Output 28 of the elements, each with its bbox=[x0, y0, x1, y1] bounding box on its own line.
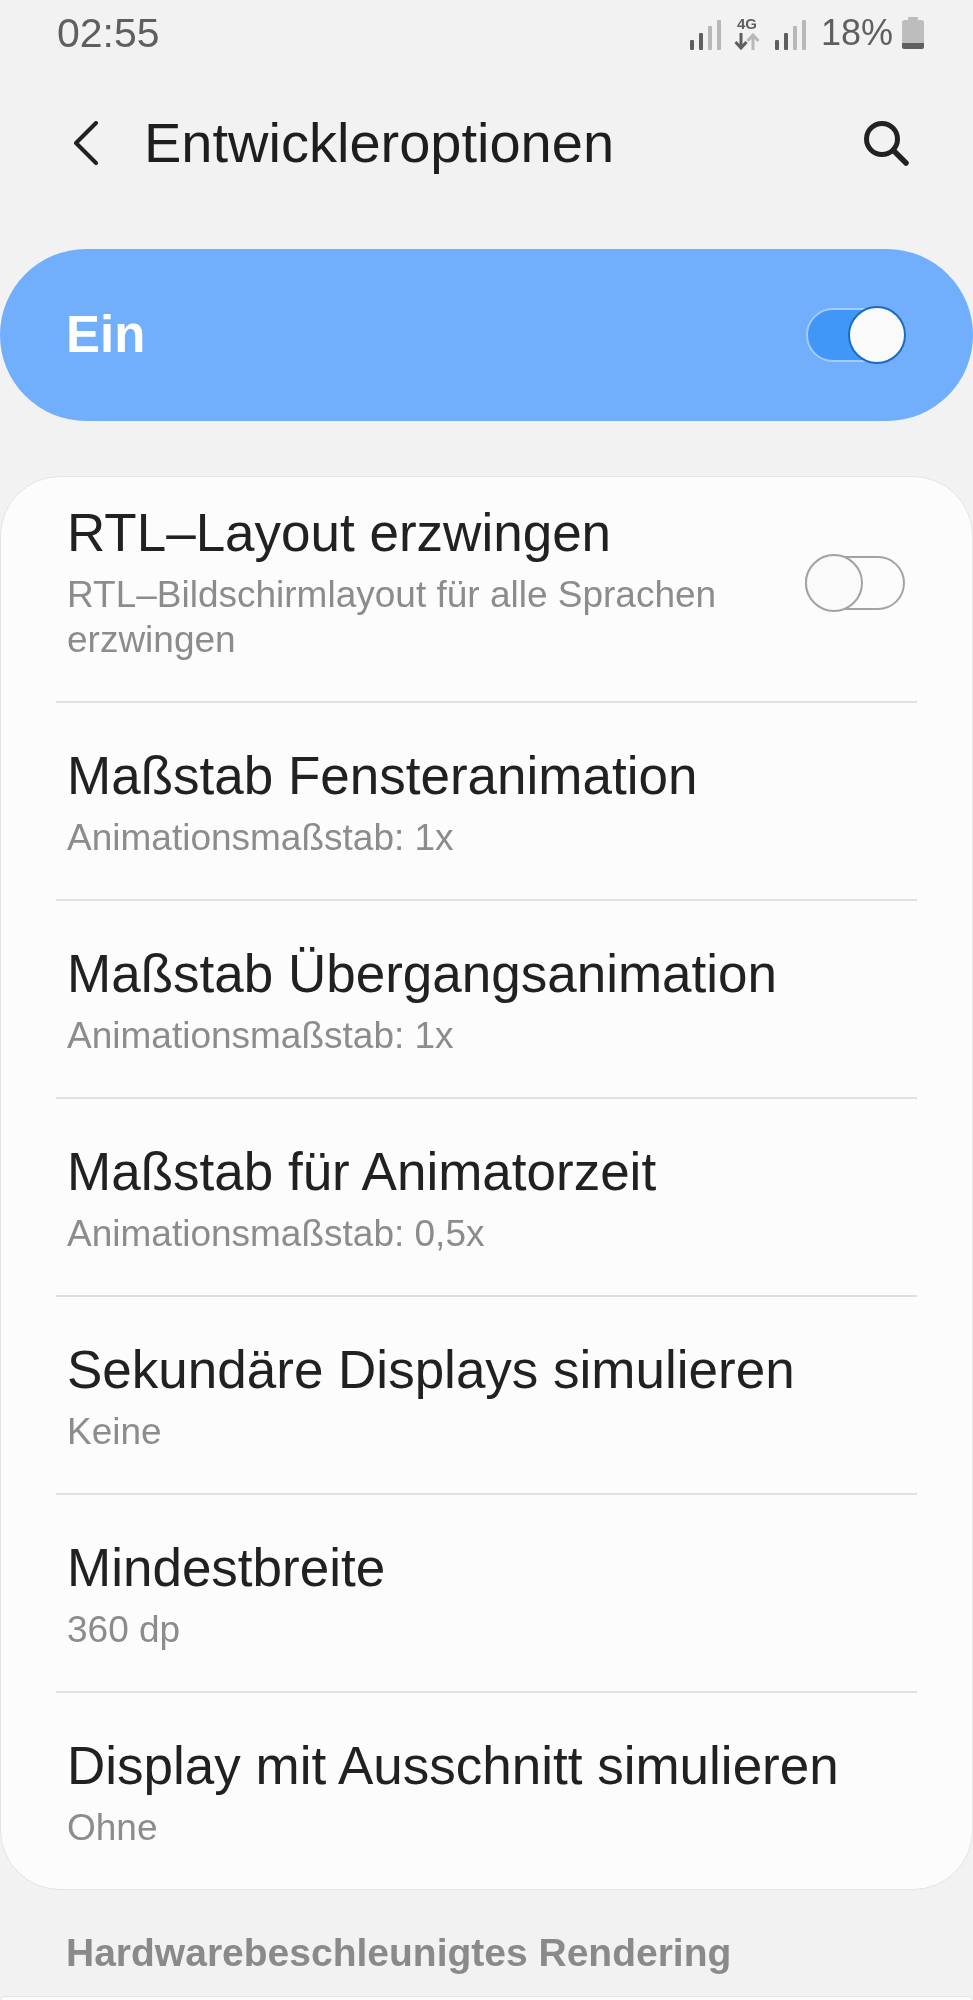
setting-summary: Ohne bbox=[67, 1806, 158, 1850]
setting-title[interactable]: Maßstab für Animatorzeit bbox=[67, 1142, 657, 1202]
setting-summary: Animationsmaßstab: 0,5x bbox=[67, 1212, 485, 1256]
setting-summary: RTL–Bildschirmlayout für alle Sprachen erzwingen bbox=[67, 573, 718, 662]
search-icon bbox=[863, 120, 909, 166]
setting-summary: Animationsmaßstab: 1x bbox=[67, 1014, 454, 1058]
toggle-switch[interactable] bbox=[805, 553, 905, 612]
setting-title[interactable]: Display mit Ausschnitt simulieren bbox=[67, 1736, 839, 1796]
setting-title[interactable]: Maßstab Übergangsanimation bbox=[67, 944, 777, 1004]
setting-summary: 360 dp bbox=[67, 1608, 181, 1652]
setting-summary: Animationsmaßstab: 1x bbox=[67, 816, 454, 860]
page-title: Entwickleroptionen bbox=[144, 110, 616, 176]
setting-title[interactable]: Sekundäre Displays simulieren bbox=[67, 1340, 795, 1400]
setting-title[interactable]: Mindestbreite bbox=[67, 1538, 386, 1598]
battery-percentage: 18% bbox=[820, 13, 893, 53]
battery-icon bbox=[902, 17, 924, 49]
signal-icon bbox=[689, 20, 721, 50]
signal-icon bbox=[774, 20, 806, 50]
setting-title[interactable]: RTL–Layout erzwingen bbox=[67, 503, 612, 563]
data-arrows-icon bbox=[733, 33, 760, 50]
back-icon bbox=[73, 121, 99, 165]
toggle-switch[interactable] bbox=[806, 306, 906, 364]
setting-summary: Keine bbox=[67, 1410, 162, 1454]
master-switch-label: Ein bbox=[66, 305, 146, 365]
section-header: Hardwarebeschleunigtes Rendering bbox=[65, 1930, 733, 1976]
status-time: 02:55 bbox=[57, 10, 160, 56]
setting-title[interactable]: Maßstab Fensteranimation bbox=[67, 746, 698, 806]
network-type-label: 4G bbox=[736, 16, 757, 31]
